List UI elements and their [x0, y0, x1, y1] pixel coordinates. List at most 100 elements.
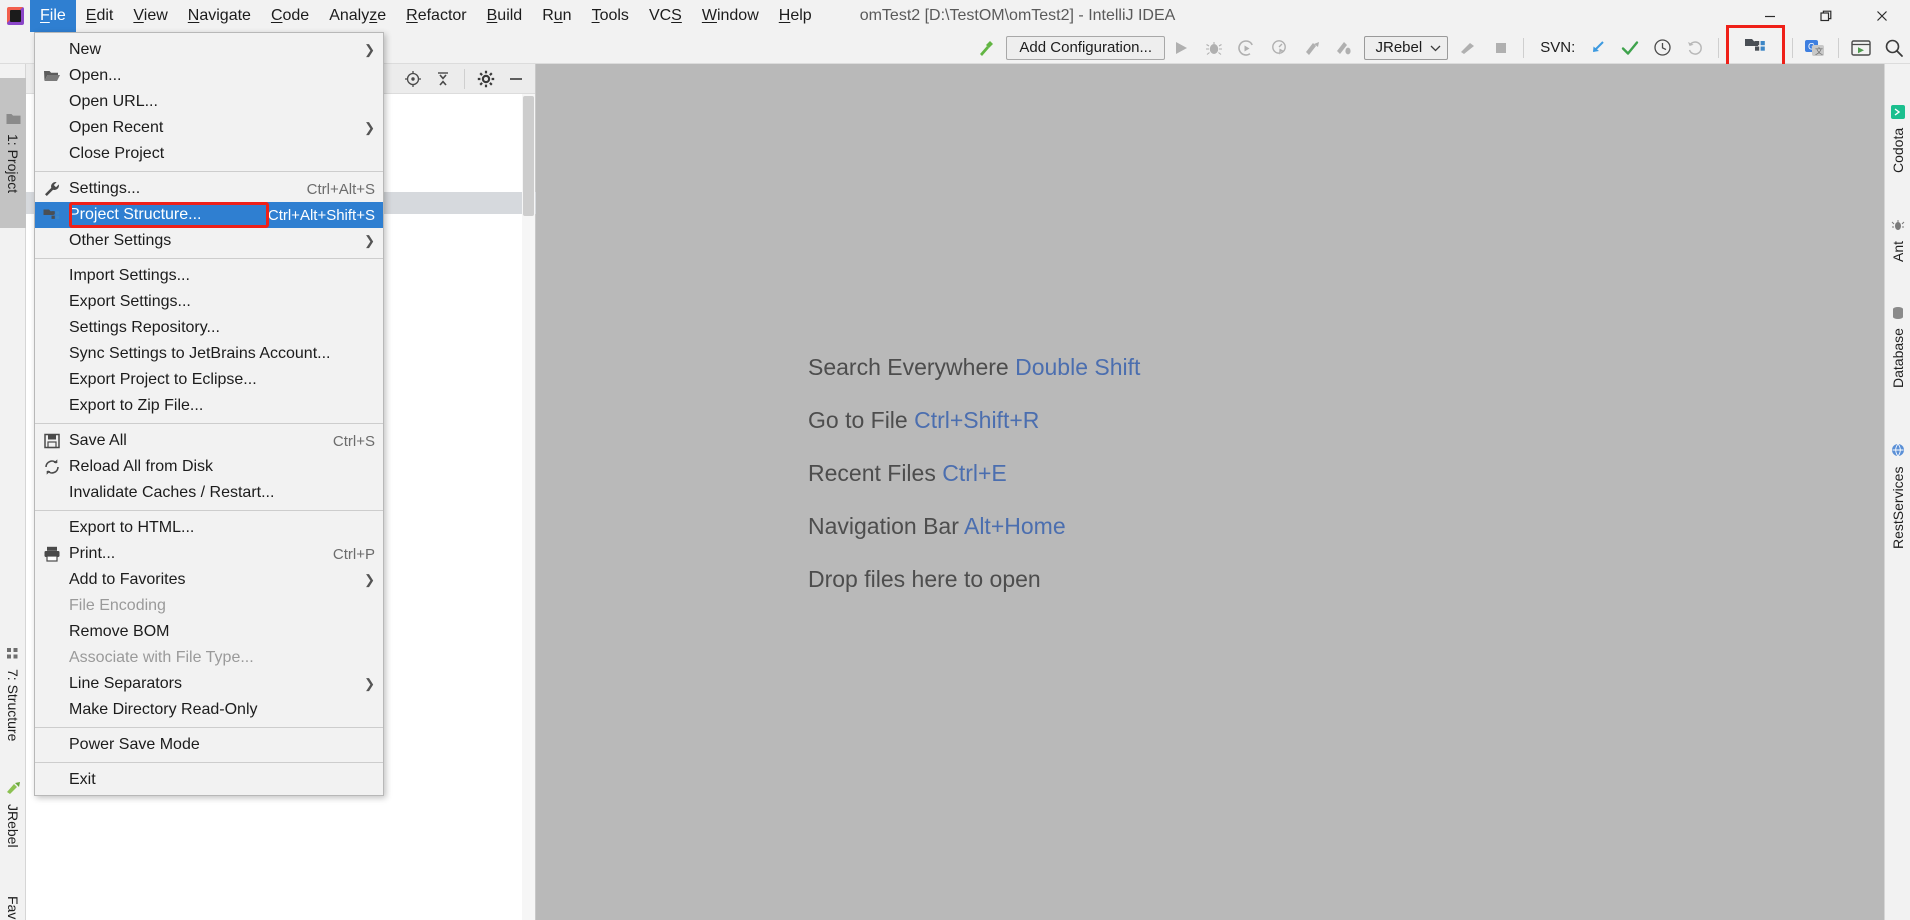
presentation-mode-icon[interactable]: [1845, 33, 1878, 63]
project-structure-toolbar-button[interactable]: [1725, 24, 1786, 71]
menu-item-export-settings[interactable]: Export Settings...: [35, 289, 383, 315]
menubar-item-edit[interactable]: Edit: [76, 0, 124, 32]
maximize-restore-button[interactable]: [1798, 0, 1854, 32]
menu-item-icon-placeholder: [35, 115, 69, 141]
editor-hint-text: Go to File: [808, 407, 915, 433]
menu-item-line-separators[interactable]: Line Separators ❯: [35, 671, 383, 697]
search-everywhere-icon[interactable]: [1877, 33, 1910, 63]
menubar-item-code[interactable]: Code: [261, 0, 319, 32]
sidebar-item-jrebel-label: JRebel: [5, 803, 21, 848]
menu-item-associate-with-file-type: Associate with File Type...: [35, 645, 383, 671]
chevron-right-icon: ❯: [364, 676, 375, 691]
menu-bar[interactable]: File Edit View Navigate Code Analyze Refactor B…: [30, 0, 822, 32]
menu-item-open-url[interactable]: Open URL...: [35, 89, 383, 115]
sidebar-item-codota[interactable]: Codota: [1885, 84, 1910, 194]
menu-item-reload-all-from-disk[interactable]: Reload All from Disk: [35, 454, 383, 480]
database-icon: [1891, 306, 1905, 323]
sidebar-item-structure-label: 7: Structure: [5, 668, 21, 742]
menu-item-label: Export to HTML...: [69, 519, 195, 536]
menubar-item-file[interactable]: File: [30, 0, 76, 32]
menu-item-icon-placeholder: [35, 619, 69, 645]
menubar-item-view[interactable]: View: [123, 0, 177, 32]
menu-item-print[interactable]: Print... Ctrl+P: [35, 541, 383, 567]
menu-item-export-to-zip-file[interactable]: Export to Zip File...: [35, 393, 383, 419]
menu-item-power-save-mode[interactable]: Power Save Mode: [35, 732, 383, 758]
menubar-item-window[interactable]: Window: [692, 0, 769, 32]
menubar-item-navigate[interactable]: Navigate: [178, 0, 261, 32]
menu-item-icon-placeholder: [35, 289, 69, 315]
menu-item-label: Export Settings...: [69, 293, 191, 310]
menu-item-remove-bom[interactable]: Remove BOM: [35, 619, 383, 645]
menu-item-label: Associate with File Type...: [69, 649, 254, 666]
menu-item-export-to-html[interactable]: Export to HTML...: [35, 515, 383, 541]
menu-item-shortcut: Ctrl+Alt+S: [306, 180, 375, 198]
sidebar-item-database[interactable]: Database: [1885, 282, 1910, 412]
project-icon: [6, 112, 21, 128]
editor-hint-shortcut: Ctrl+E: [942, 460, 1007, 486]
sidebar-item-rest-services-label: RestServices: [1890, 466, 1906, 549]
menu-item-export-project-to-eclipse[interactable]: Export Project to Eclipse...: [35, 367, 383, 393]
collapse-all-icon[interactable]: [428, 66, 458, 92]
google-translate-icon[interactable]: G 文: [1799, 33, 1832, 63]
jrebel-selector-label: JRebel: [1375, 39, 1423, 56]
sidebar-item-favorites[interactable]: Favorites: [0, 872, 26, 920]
menu-item-sync-settings-to-jetbrains-account[interactable]: Sync Settings to JetBrains Account...: [35, 341, 383, 367]
menubar-item-help[interactable]: Help: [769, 0, 822, 32]
menubar-item-vcs[interactable]: VCS: [639, 0, 692, 32]
menu-item-make-directory-read-only[interactable]: Make Directory Read-Only: [35, 697, 383, 723]
menu-item-other-settings[interactable]: Other Settings ❯: [35, 228, 383, 254]
update-project-icon[interactable]: [1581, 33, 1614, 63]
scrollbar-thumb[interactable]: [523, 96, 534, 216]
menu-item-save-all[interactable]: Save All Ctrl+S: [35, 428, 383, 454]
menubar-item-run[interactable]: Run: [532, 0, 581, 32]
project-tree-scrollbar[interactable]: [522, 94, 535, 920]
menu-item-import-settings[interactable]: Import Settings...: [35, 263, 383, 289]
menubar-item-build[interactable]: Build: [477, 0, 533, 32]
history-icon[interactable]: [1646, 33, 1679, 63]
menubar-item-refactor[interactable]: Refactor: [396, 0, 476, 32]
menubar-item-tools[interactable]: Tools: [582, 0, 639, 32]
menu-item-open[interactable]: Open...: [35, 63, 383, 89]
menu-item-label: Open Recent: [69, 119, 164, 136]
menu-item-open-recent[interactable]: Open Recent ❯: [35, 115, 383, 141]
right-tool-window-bar[interactable]: Codota Ant Database RestServices: [1884, 64, 1910, 920]
printer-icon: [35, 541, 69, 567]
menu-item-label: Reload All from Disk: [69, 458, 214, 475]
menu-item-icon-placeholder: [35, 697, 69, 723]
gear-icon[interactable]: [471, 66, 501, 92]
menu-item-project-structure[interactable]: Project Structure... Ctrl+Alt+Shift+S: [35, 202, 383, 228]
hide-panel-icon[interactable]: [501, 66, 531, 92]
menu-item-invalidate-caches-restart[interactable]: Invalidate Caches / Restart...: [35, 480, 383, 506]
file-menu-dropdown[interactable]: New ❯ Open... Open URL... Open Recent ❯ Close …: [34, 32, 384, 796]
menu-item-shortcut: Ctrl+P: [332, 545, 375, 563]
menu-item-add-to-favorites[interactable]: Add to Favorites ❯: [35, 567, 383, 593]
menu-item-icon-placeholder: [35, 480, 69, 506]
close-button[interactable]: [1854, 0, 1910, 32]
menu-item-settings-repository[interactable]: Settings Repository...: [35, 315, 383, 341]
sidebar-item-ant[interactable]: Ant: [1885, 202, 1910, 278]
sidebar-item-rest-services[interactable]: RestServices: [1885, 416, 1910, 576]
menu-item-exit[interactable]: Exit: [35, 767, 383, 793]
add-configuration-button[interactable]: Add Configuration...: [1006, 35, 1166, 60]
sidebar-item-structure[interactable]: 7: Structure: [0, 624, 26, 764]
editor-hint-shortcut: Alt+Home: [963, 513, 1066, 539]
attach-jrebel-icon: [1452, 33, 1485, 63]
menubar-item-analyze[interactable]: Analyze: [319, 0, 396, 32]
stop-icon: [1485, 33, 1518, 63]
menu-item-settings[interactable]: Settings... Ctrl+Alt+S: [35, 176, 383, 202]
run-icon: [1165, 33, 1198, 63]
menu-item-new[interactable]: New ❯: [35, 37, 383, 63]
locate-file-icon[interactable]: [398, 66, 428, 92]
menu-item-label: Project Structure...: [69, 206, 202, 223]
sidebar-item-jrebel[interactable]: JRebel: [0, 764, 26, 864]
menu-item-close-project[interactable]: Close Project: [35, 141, 383, 167]
hammer-icon[interactable]: [970, 33, 1003, 63]
left-tool-window-bar[interactable]: 1: Project 7: Structure JRebel: [0, 64, 26, 920]
menu-item-icon-placeholder: [35, 567, 69, 593]
sidebar-item-project[interactable]: 1: Project: [0, 78, 26, 228]
editor-hint-row: Search Everywhere Double Shift: [808, 354, 1140, 381]
commit-icon[interactable]: [1614, 33, 1647, 63]
jrebel-selector[interactable]: JRebel: [1364, 35, 1449, 60]
menu-separator: [35, 171, 383, 172]
rest-services-icon: [1891, 443, 1905, 460]
